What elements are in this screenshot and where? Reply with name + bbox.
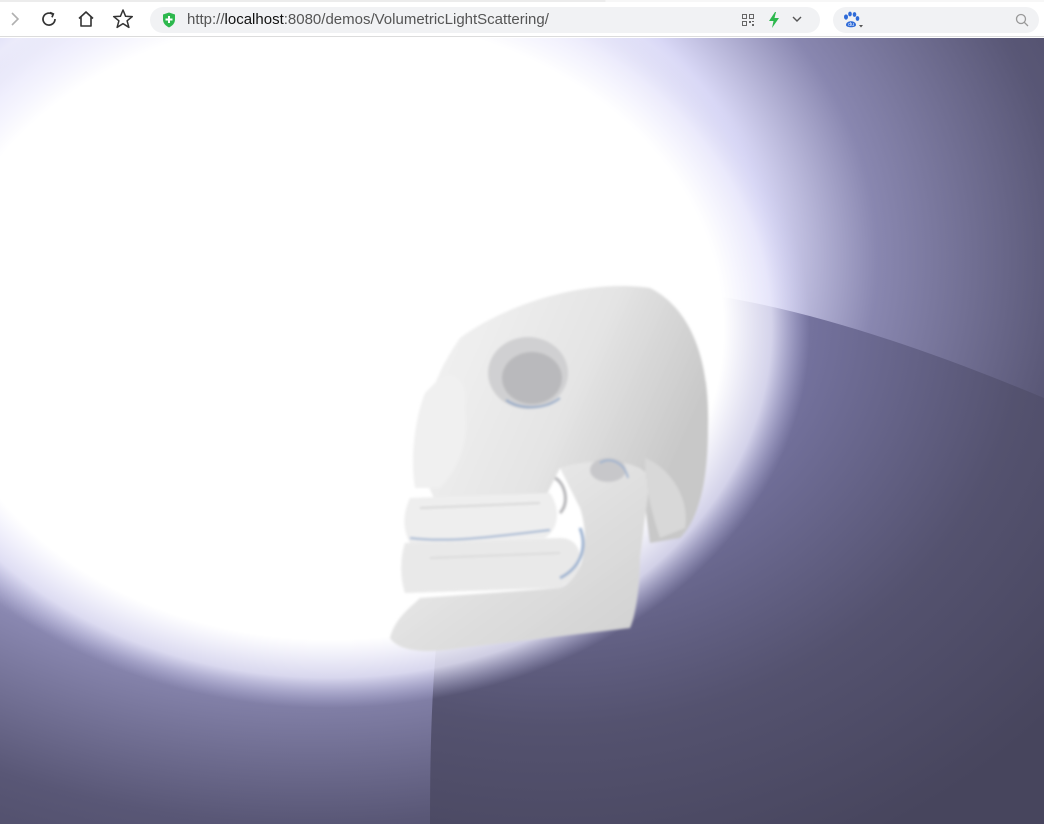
home-button[interactable] [74,7,98,31]
tab-strip-edge [0,0,1044,2]
url-path: :8080/demos/VolumetricLightScattering/ [283,11,549,28]
search-box[interactable]: du [833,7,1039,33]
home-icon [78,11,94,27]
bookmark-button[interactable] [111,7,135,31]
qr-code-icon[interactable] [742,14,754,26]
forward-button[interactable] [3,7,27,31]
baidu-paw-icon[interactable]: du [841,11,863,29]
star-icon [112,9,134,29]
search-icon[interactable] [1015,13,1029,27]
shield-icon[interactable] [162,12,176,28]
chevron-right-icon [11,12,20,26]
search-input[interactable] [867,10,1011,32]
volumetric-light-scene [0,38,1044,824]
svg-text:du: du [848,22,854,28]
browser-toolbar: http://localhost:8080/demos/VolumetricLi… [0,0,1044,37]
address-bar[interactable]: http://localhost:8080/demos/VolumetricLi… [150,7,820,33]
reload-icon [42,11,56,26]
url-scheme: http:// [187,11,225,28]
lightning-icon[interactable] [768,12,780,28]
reload-button[interactable] [37,7,61,31]
webgl-canvas[interactable] [0,38,1044,824]
url-text[interactable]: http://localhost:8080/demos/VolumetricLi… [187,11,549,29]
chevron-down-icon[interactable] [792,15,802,23]
url-host: localhost [224,11,284,28]
